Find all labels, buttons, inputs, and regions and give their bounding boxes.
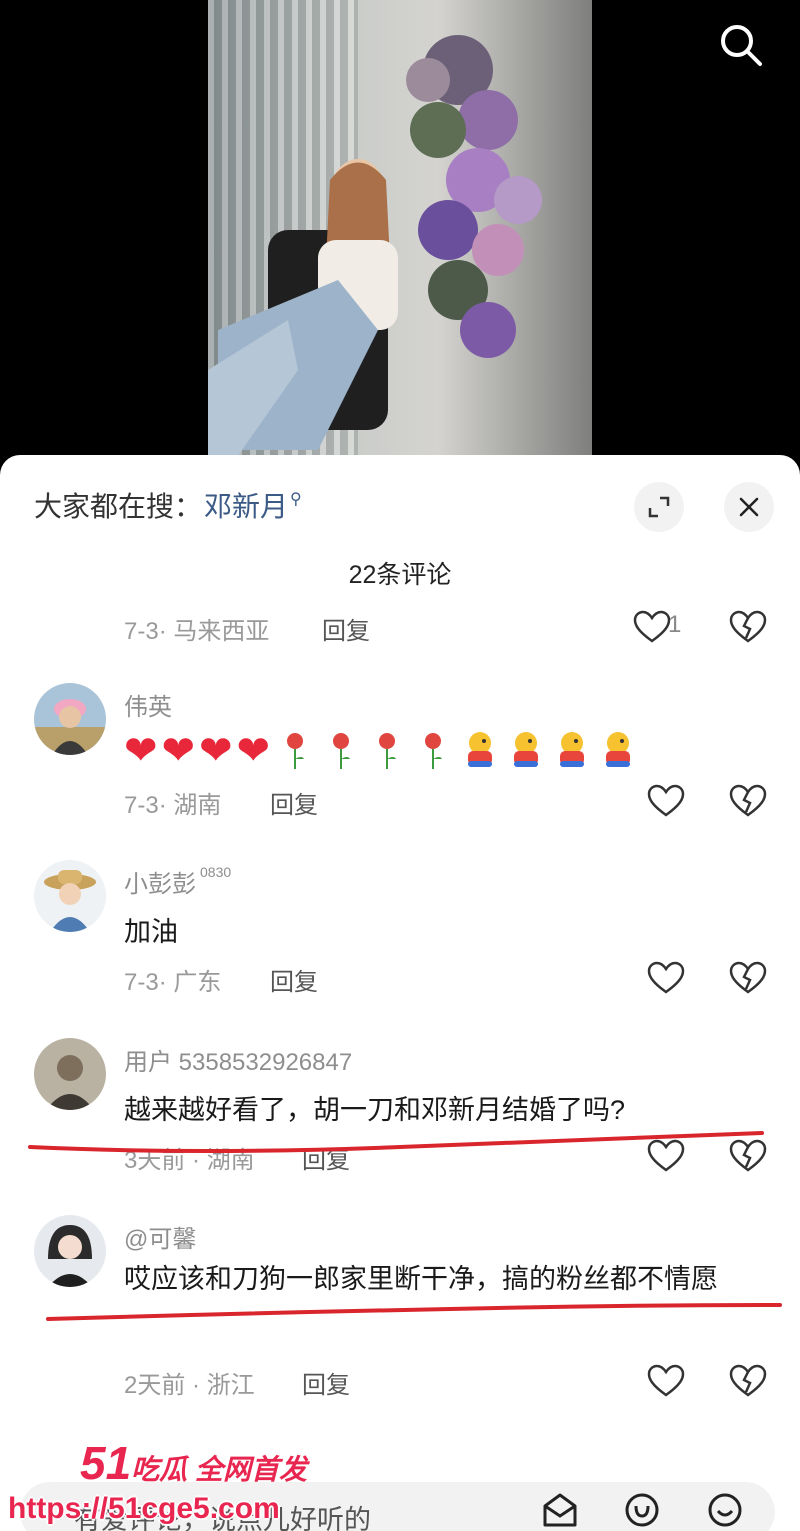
emoji-row: ❤ ❤ ❤ ❤ [124, 729, 638, 773]
red-underline-annotation [28, 1131, 764, 1153]
comment-meta: 7-3· 马来西亚 [124, 618, 270, 645]
rose-emoji-icon [425, 733, 443, 769]
chick-emoji-icon [468, 732, 493, 767]
dislike-broken-heart-icon[interactable] [728, 783, 768, 819]
heart-emoji-icon: ❤ [124, 729, 158, 773]
comment-meta: 7-3· 广东 [124, 969, 222, 996]
reply-button[interactable]: 回复 [270, 962, 318, 997]
username[interactable]: 伟英 [124, 687, 172, 722]
chick-emoji-icon [560, 732, 585, 767]
expand-button[interactable] [634, 482, 684, 532]
avatar-image [34, 860, 106, 932]
rose-emoji-icon [379, 733, 397, 769]
dislike-broken-heart-icon[interactable] [728, 1363, 768, 1399]
like-count: 1 [668, 611, 682, 638]
close-button[interactable] [724, 482, 774, 532]
comment-meta: 7-3· 湖南 [124, 792, 222, 819]
hot-search-bar[interactable]: 大家都在搜： 邓新月 ⚲ [34, 485, 302, 525]
red-underline-annotation [46, 1303, 782, 1321]
avatar-image [34, 683, 106, 755]
avatar[interactable] [34, 1038, 106, 1110]
user-badge: 0830 [200, 864, 232, 880]
avatar-image [34, 1038, 106, 1110]
watermark-url: https://51cge5.com [8, 1492, 280, 1525]
rose-emoji-icon [287, 733, 305, 769]
comments-sheet: 大家都在搜： 邓新月 ⚲ 22条评论 7-3· 马来西亚 回复 1 伟英 ❤ ❤… [0, 455, 800, 1531]
dislike-broken-heart-icon[interactable] [728, 609, 768, 645]
reply-button[interactable]: 回复 [302, 1365, 350, 1400]
username[interactable]: 小彭彭 0830 [124, 864, 231, 899]
heart-emoji-icon: ❤ [236, 729, 271, 773]
mini-search-icon: ⚲ [290, 491, 302, 508]
gift-envelope-icon[interactable] [540, 1490, 580, 1530]
comment-meta: 2天前 · 浙江 [124, 1372, 255, 1399]
chick-emoji-icon [606, 732, 631, 767]
at-mention-icon[interactable] [622, 1490, 662, 1530]
avatar[interactable] [34, 683, 106, 755]
watermark-brand-number: 51 [80, 1437, 132, 1489]
like-heart-icon[interactable] [646, 1363, 686, 1399]
hot-search-term[interactable]: 邓新月 [204, 485, 288, 525]
username[interactable]: @可馨 [124, 1219, 196, 1254]
watermark-brand: 51吃瓜 全网首发 [80, 1436, 307, 1490]
search-button[interactable] [716, 20, 766, 70]
like-heart-icon[interactable] [632, 609, 672, 645]
search-icon [721, 25, 762, 66]
comment-count-title: 22条评论 [348, 561, 452, 589]
comment-text: 加油 [124, 917, 178, 947]
heart-emoji-icon: ❤ [161, 729, 196, 773]
watermark-brand-text: 吃瓜 全网首发 [131, 1454, 307, 1485]
reply-button[interactable]: 回复 [322, 611, 370, 646]
chick-emoji-icon [514, 732, 539, 767]
expand-icon [648, 496, 670, 518]
avatar[interactable] [34, 1215, 106, 1287]
heart-emoji-icon: ❤ [199, 729, 233, 773]
video-frame [208, 0, 592, 470]
video-player[interactable] [0, 0, 800, 470]
reply-button[interactable]: 回复 [270, 785, 318, 820]
username[interactable]: 用户 5358532926847 [124, 1042, 352, 1077]
like-heart-icon[interactable] [646, 783, 686, 819]
avatar[interactable] [34, 860, 106, 932]
close-icon [739, 497, 759, 517]
dislike-broken-heart-icon[interactable] [728, 960, 768, 996]
woman-figure [208, 159, 398, 470]
rose-emoji-icon [333, 733, 351, 769]
like-heart-icon[interactable] [646, 960, 686, 996]
emoji-smile-icon[interactable] [705, 1490, 745, 1530]
avatar-image [34, 1215, 106, 1287]
hot-search-label: 大家都在搜： [34, 491, 203, 522]
